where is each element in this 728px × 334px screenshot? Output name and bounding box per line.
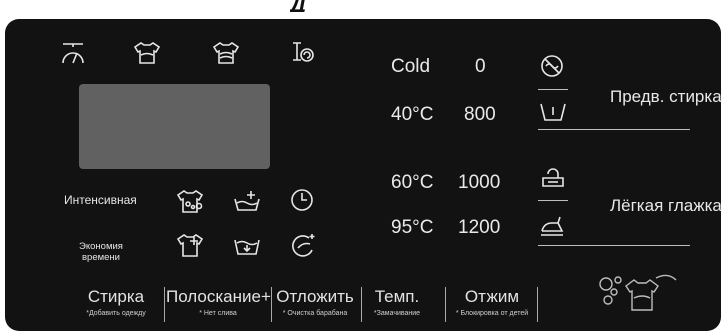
shirt-plus-icon[interactable] (175, 233, 205, 259)
rinse-plus-icon[interactable] (233, 189, 261, 213)
spin-1200[interactable]: 1200 (458, 217, 500, 239)
spin-800[interactable]: 800 (464, 104, 496, 126)
temp-button[interactable]: Темп. *Замачивание (363, 287, 431, 317)
eco-leaf-icon[interactable] (290, 232, 318, 258)
laundry-bubbles-icon (596, 270, 680, 318)
lcd-display (79, 84, 270, 169)
soak-icon[interactable] (540, 166, 566, 192)
scale-icon[interactable] (60, 41, 86, 65)
intensive-wash-icon[interactable] (175, 189, 205, 215)
spin-button-sub: * Блокировка от детей (455, 310, 529, 317)
temp-button-label: Темп. (374, 287, 420, 306)
delay-button-label: Отложить (276, 287, 354, 306)
intensive-label: Интенсивная (64, 193, 137, 207)
easy-iron-label: Лёгкая глажка (610, 196, 722, 215)
wash-button-label: Стирка (87, 287, 145, 306)
spin-button[interactable]: Отжим * Блокировка от детей (447, 287, 537, 317)
prewash-label: Предв. стирка (610, 87, 722, 106)
spin-button-label: Отжим (464, 287, 520, 306)
temp-button-sub: *Замачивание (373, 310, 421, 317)
tub-drain-icon[interactable] (233, 234, 261, 258)
delay-button[interactable]: Отложить * Очистка барабана (272, 287, 358, 317)
iron-upper-divider (538, 200, 568, 201)
clock-icon[interactable] (290, 188, 314, 212)
temp-cold[interactable]: Cold (391, 56, 430, 78)
economy-time-label: Экономия времени (79, 241, 123, 263)
shirt-icon[interactable] (133, 41, 161, 65)
prewash-divider (538, 129, 690, 130)
rinse-plus-button[interactable]: Полоскание+ * Нет слива (166, 287, 271, 317)
divider (445, 287, 446, 322)
temp-95[interactable]: 95°C (391, 217, 433, 239)
divider (164, 287, 165, 322)
temp-60[interactable]: 60°C (391, 172, 433, 194)
iron-divider (538, 245, 690, 246)
iron-icon[interactable] (538, 214, 566, 238)
spin-0[interactable]: 0 (475, 56, 486, 78)
wash-button-sub: *Добавить одежду (86, 310, 146, 317)
delay-button-sub: * Очистка барабана (282, 310, 348, 317)
no-spin-icon[interactable] (539, 53, 565, 79)
rinse-plus-button-label: Полоскание+ (166, 287, 271, 306)
prewash-tub-icon[interactable] (539, 101, 567, 123)
divider (537, 287, 538, 322)
drum-clean-icon[interactable] (290, 40, 316, 66)
header-title: Д (290, 0, 440, 12)
rinse-plus-button-sub: * Нет слива (199, 310, 237, 317)
temp-40[interactable]: 40°C (391, 104, 433, 126)
divider (361, 287, 362, 322)
prewash-upper-divider (538, 89, 568, 90)
spin-1000[interactable]: 1000 (458, 172, 500, 194)
shirt-double-icon[interactable] (212, 41, 240, 65)
wash-button[interactable]: Стирка *Добавить одежду (72, 287, 160, 317)
